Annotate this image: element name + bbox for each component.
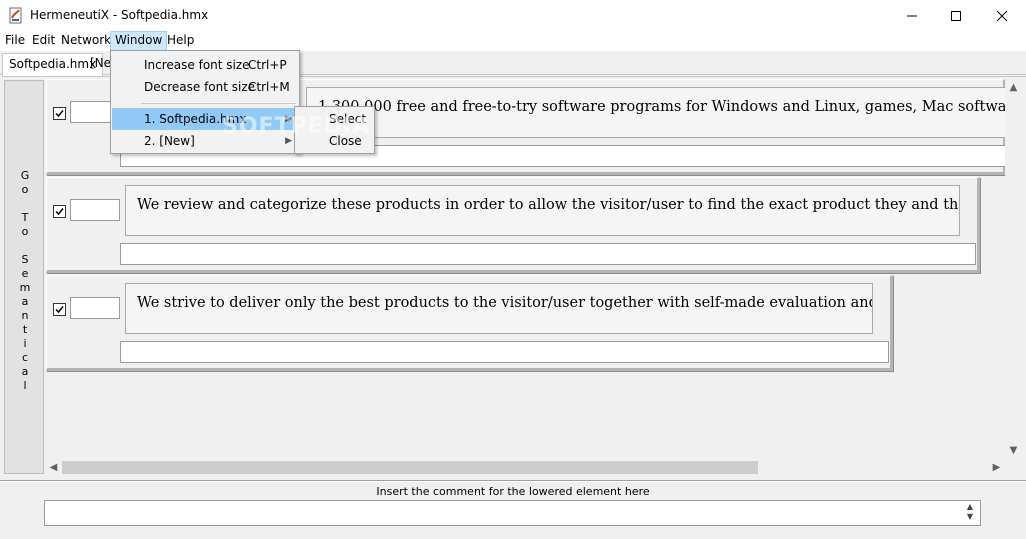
row-label-field[interactable] xyxy=(70,199,120,221)
row-checkbox[interactable] xyxy=(53,107,66,120)
menu-separator xyxy=(141,103,296,104)
vertical-scrollbar[interactable] xyxy=(1005,79,1022,459)
maximize-icon xyxy=(951,10,961,21)
menu-edit[interactable]: Edit xyxy=(28,31,59,51)
button-char: S xyxy=(21,253,29,266)
comment-label: Insert the comment for the lowered eleme… xyxy=(376,485,650,498)
menu-help[interactable]: Help xyxy=(163,31,198,51)
maximize-button[interactable] xyxy=(933,0,979,31)
split-divider[interactable] xyxy=(0,480,1026,482)
scroll-left-icon[interactable]: ◀ xyxy=(45,459,62,476)
checkmark-icon xyxy=(55,110,64,118)
window-title: HermeneutiX - Softpedia.hmx xyxy=(30,8,209,22)
button-char: o xyxy=(21,183,29,196)
proposition-text[interactable]: 1,300,000 free and free-to-try software … xyxy=(306,87,1006,138)
menu-window[interactable]: Window xyxy=(110,31,168,51)
proposition-text[interactable]: We strive to deliver only the best produ… xyxy=(125,283,873,334)
button-char: c xyxy=(21,351,29,364)
close-icon xyxy=(996,10,1008,21)
button-char: G xyxy=(20,169,30,182)
row-checkbox[interactable] xyxy=(53,303,66,316)
menu-item-label: 2. [New] xyxy=(144,134,195,148)
button-char: m xyxy=(19,281,31,294)
button-char: e xyxy=(21,267,29,280)
close-button[interactable] xyxy=(979,0,1025,31)
button-char: n xyxy=(21,309,29,322)
row-label-field[interactable] xyxy=(70,297,120,319)
app-icon xyxy=(8,7,24,24)
menu-item-label: Increase font size xyxy=(144,58,250,72)
proposition-text-content: We strive to deliver only the best produ… xyxy=(137,295,872,311)
button-char: a xyxy=(21,365,29,378)
comment-field[interactable] xyxy=(120,341,889,363)
go-to-semantical-button[interactable]: G o T o S e m a n t i c a l xyxy=(4,80,44,474)
horizontal-scroll-thumb[interactable] xyxy=(62,461,758,474)
button-char: T xyxy=(21,211,29,224)
menu-network[interactable]: Network xyxy=(57,31,115,51)
button-char: o xyxy=(21,225,29,238)
comment-field[interactable] xyxy=(120,243,976,265)
watermark: SOFTPEDIA xyxy=(222,114,371,139)
proposition-text-content: 1,300,000 free and free-to-try software … xyxy=(318,99,1006,115)
button-char: t xyxy=(22,323,28,336)
menu-decrease-font-size[interactable]: Decrease font size Ctrl+M xyxy=(112,76,298,98)
button-char: i xyxy=(23,337,27,350)
button-char: l xyxy=(23,379,27,392)
proposition-text-content: We review and categorize these products … xyxy=(137,197,959,213)
scroll-down-icon[interactable]: ▼ xyxy=(1005,442,1022,459)
comment-scroll-spinner[interactable]: ▲ ▼ xyxy=(963,502,977,524)
menu-item-shortcut: Ctrl+M xyxy=(248,80,290,94)
menu-file[interactable]: File xyxy=(1,31,29,51)
scroll-up-icon[interactable]: ▲ xyxy=(1005,79,1022,96)
minimize-icon xyxy=(907,15,917,16)
menu-item-label: Decrease font size xyxy=(144,80,256,94)
checkmark-icon xyxy=(55,306,64,314)
scroll-right-icon[interactable]: ▶ xyxy=(988,459,1005,476)
row-checkbox[interactable] xyxy=(53,205,66,218)
button-char: a xyxy=(21,295,29,308)
proposition-text[interactable]: We review and categorize these products … xyxy=(125,185,960,236)
menu-increase-font-size[interactable]: Increase font size Ctrl+P xyxy=(112,54,298,76)
comment-input[interactable] xyxy=(44,500,981,526)
menu-item-shortcut: Ctrl+P xyxy=(248,58,287,72)
minimize-button[interactable] xyxy=(889,0,935,31)
checkmark-icon xyxy=(55,208,64,216)
